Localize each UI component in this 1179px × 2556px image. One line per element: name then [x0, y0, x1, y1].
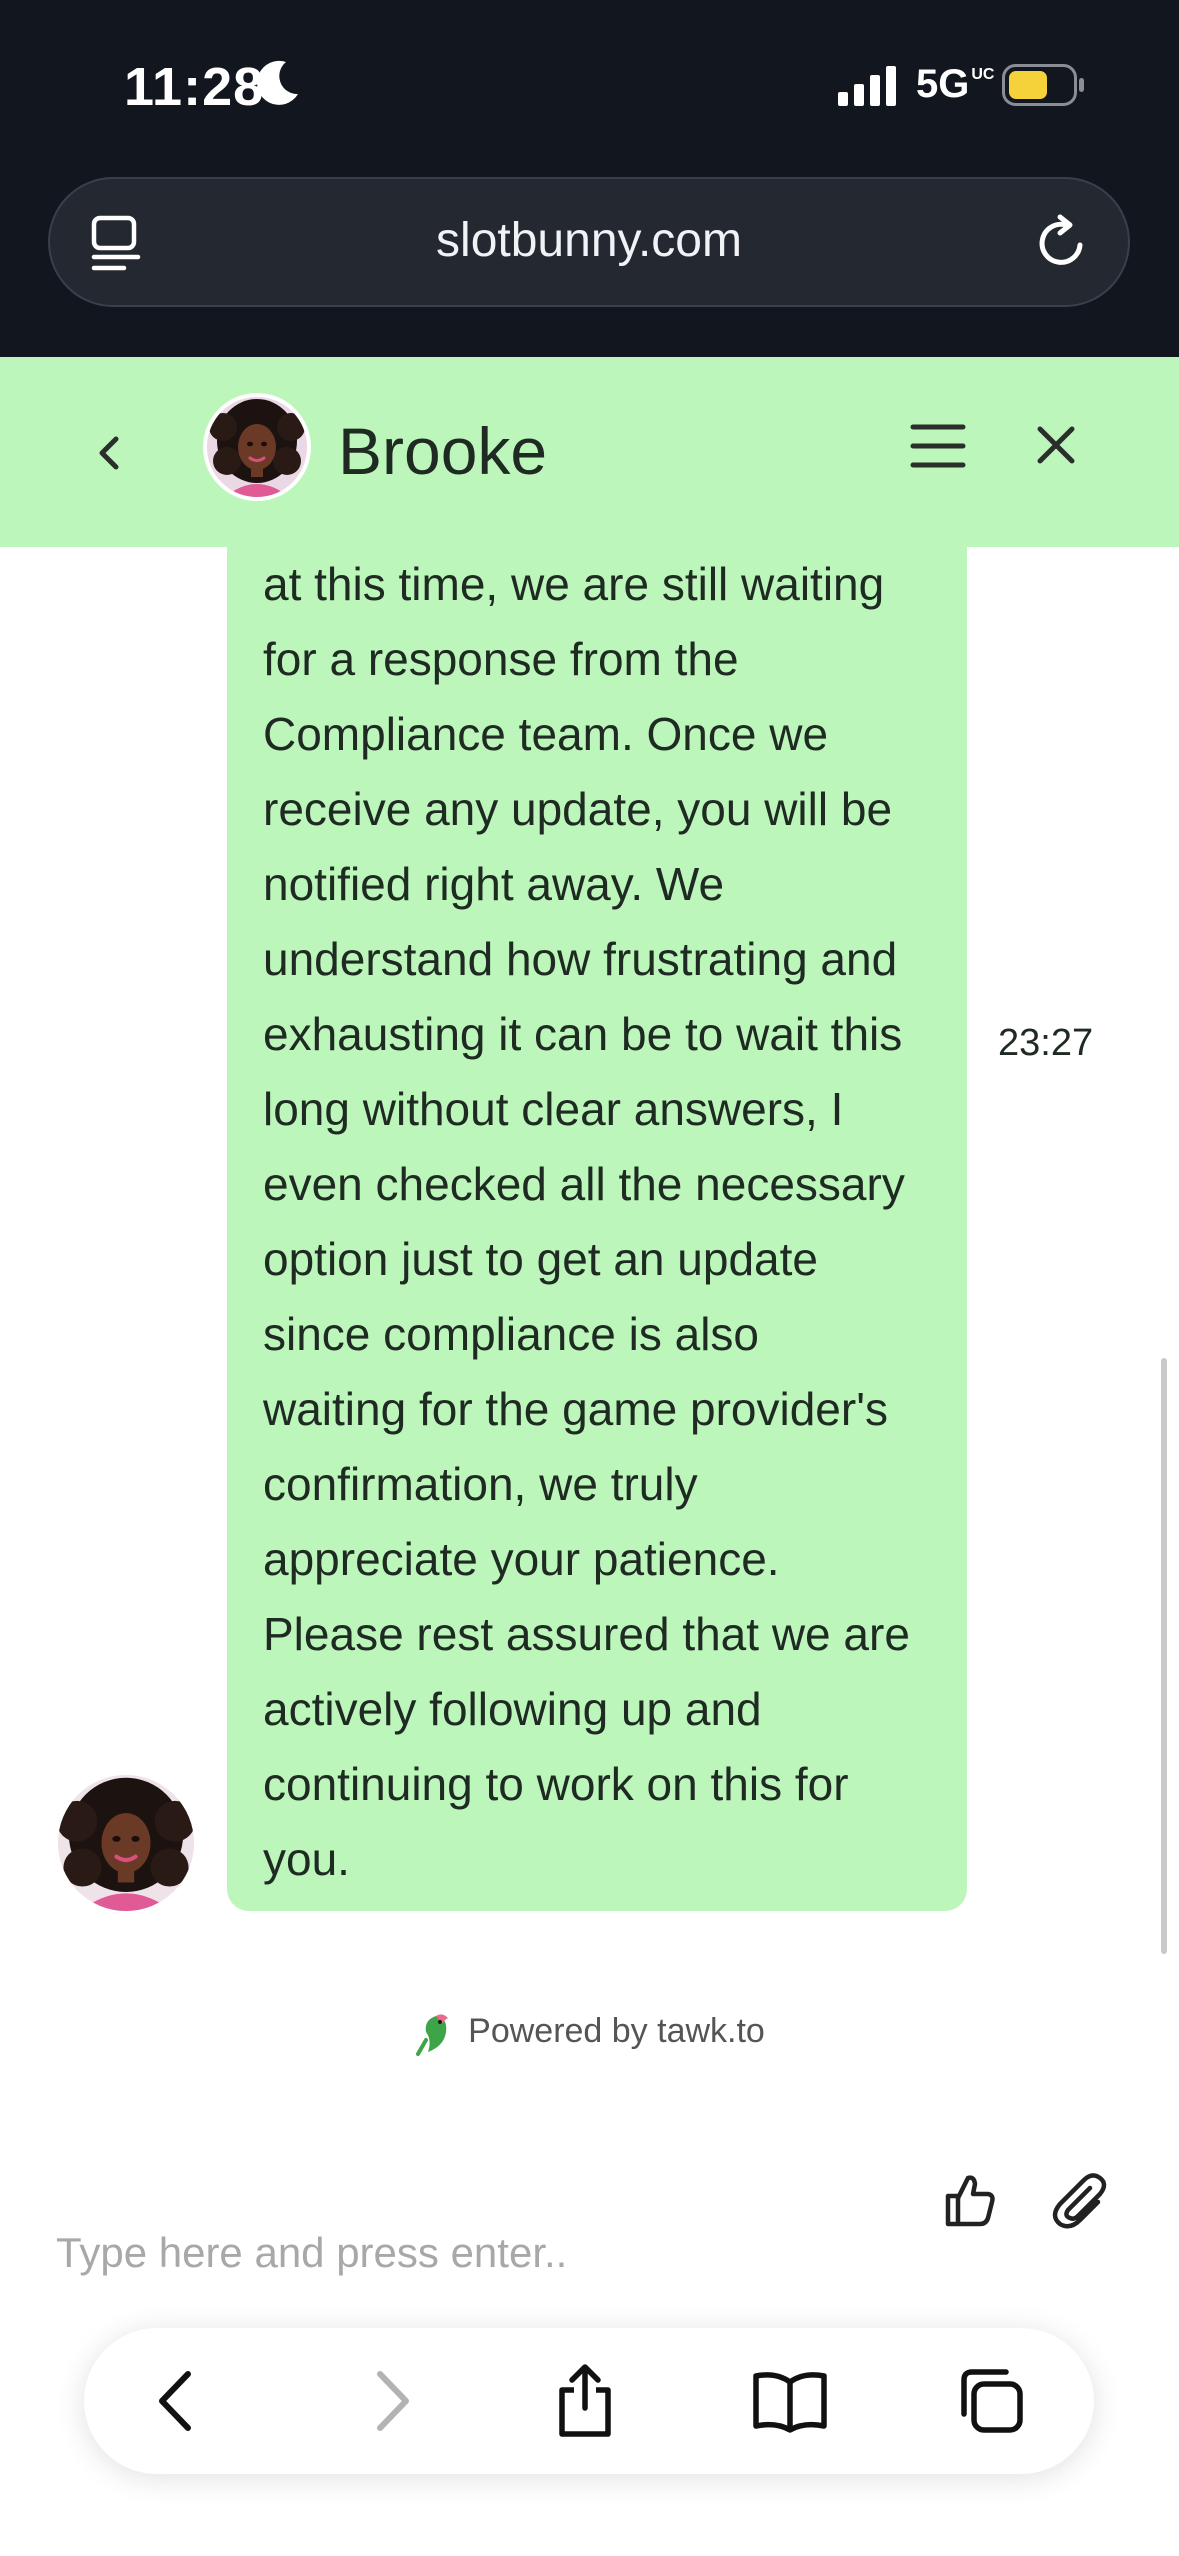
network-type: 5G UC	[916, 62, 995, 106]
message-text: at this time, we are still waiting for a…	[263, 558, 910, 1885]
thumbs-up-icon[interactable]	[938, 2168, 1002, 2232]
status-time: 11:28	[124, 57, 265, 117]
browser-forward-icon[interactable]	[358, 2368, 418, 2434]
book-icon[interactable]	[750, 2368, 830, 2434]
agent-message-bubble: at this time, we are still waiting for a…	[227, 547, 967, 1911]
agent-name: Brooke	[338, 414, 548, 488]
message-timestamp: 23:27	[998, 1022, 1094, 1064]
tawk-parrot-icon	[416, 2014, 449, 2056]
reload-icon[interactable]	[1036, 213, 1092, 271]
powered-by-text[interactable]: Powered by tawk.to	[468, 2012, 765, 2050]
chat-scrollbar[interactable]	[1161, 1358, 1167, 1954]
browser-toolbar	[84, 2328, 1094, 2474]
address-bar[interactable]: slotbunny.com	[48, 177, 1130, 307]
powered-by[interactable]: Powered by tawk.to	[0, 2010, 1179, 2056]
close-icon[interactable]	[1034, 423, 1078, 467]
paperclip-icon[interactable]	[1046, 2168, 1110, 2232]
chat-header: Brooke	[0, 357, 1179, 547]
share-icon[interactable]	[550, 2362, 620, 2440]
cellular-signal-icon	[838, 66, 896, 106]
url-text[interactable]: slotbunny.com	[50, 213, 1128, 268]
hamburger-menu-icon[interactable]	[910, 421, 966, 471]
chevron-left-icon[interactable]	[86, 417, 130, 487]
agent-avatar	[203, 393, 311, 501]
tabs-icon[interactable]	[954, 2364, 1026, 2436]
moon-icon	[257, 60, 298, 105]
battery-icon	[1002, 64, 1084, 106]
message-input[interactable]	[54, 2222, 898, 2284]
browser-chrome-top: 11:28 5G UC slotbunny.com	[0, 0, 1179, 357]
agent-message-avatar	[58, 1775, 194, 1911]
browser-back-icon[interactable]	[150, 2368, 210, 2434]
